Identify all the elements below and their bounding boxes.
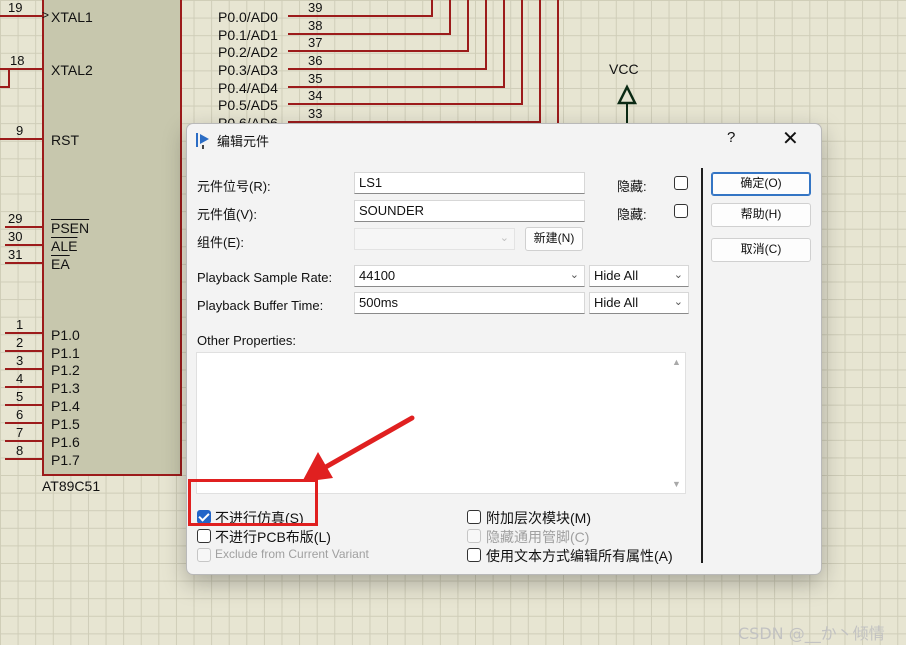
annotation-arrow xyxy=(302,415,415,482)
